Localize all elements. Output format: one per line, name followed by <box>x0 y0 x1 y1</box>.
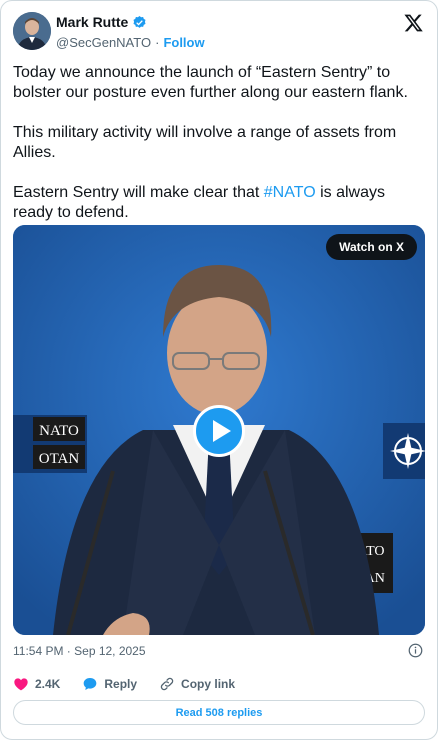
like-count: 2.4K <box>35 677 61 691</box>
embedded-tweet-card: Mark Rutte @SecGenNATO · Follow Today we… <box>0 0 438 740</box>
tweet-paragraph: Today we announce the launch of “Eastern… <box>13 64 408 101</box>
tweet-timestamp[interactable]: 11:54 PM · Sep 12, 2025 <box>13 644 146 658</box>
separator-dot: · <box>155 35 160 50</box>
reply-bubble-icon <box>84 678 97 690</box>
play-button[interactable] <box>193 405 245 457</box>
reply-button[interactable]: Reply <box>82 676 137 692</box>
play-icon <box>213 420 231 442</box>
tweet-text: Today we announce the launch of “Eastern… <box>13 63 429 243</box>
video-player[interactable]: NATO OTAN ATO TAN <box>13 225 425 635</box>
tweet-paragraph: Eastern Sentry will make clear that #NAT… <box>13 183 429 223</box>
nato-backdrop-left: NATO OTAN <box>13 415 87 473</box>
backdrop-nato-text: NATO <box>39 423 79 439</box>
read-replies-button[interactable]: Read 508 replies <box>13 700 425 725</box>
copy-link-label: Copy link <box>181 677 236 691</box>
author-handle-row: @SecGenNATO · Follow <box>56 35 205 50</box>
link-icon <box>160 677 174 691</box>
copy-link-button[interactable]: Copy link <box>159 676 235 692</box>
action-bar: 2.4K Reply Copy link <box>13 676 257 692</box>
avatar[interactable] <box>13 12 51 50</box>
author-handle[interactable]: @SecGenNATO <box>56 35 151 50</box>
nato-compass-logo-right <box>383 423 425 479</box>
author-name[interactable]: Mark Rutte <box>56 14 128 30</box>
watch-on-x-button[interactable]: Watch on X <box>326 234 417 260</box>
follow-link[interactable]: Follow <box>163 35 204 50</box>
avatar-image <box>13 12 51 50</box>
tweet-paragraph: This military activity will involve a ra… <box>13 124 400 161</box>
author-name-row: Mark Rutte <box>56 14 147 30</box>
backdrop-otan-text: OTAN <box>39 451 80 467</box>
verified-badge-icon <box>133 15 146 28</box>
heart-icon <box>14 678 28 691</box>
tweet-text-segment: Eastern Sentry will make clear that <box>13 184 264 201</box>
hashtag-link[interactable]: #NATO <box>264 184 316 201</box>
like-button[interactable]: 2.4K <box>13 676 60 692</box>
x-logo-icon[interactable] <box>404 13 424 33</box>
info-icon[interactable] <box>408 643 423 658</box>
reply-label: Reply <box>104 677 138 691</box>
